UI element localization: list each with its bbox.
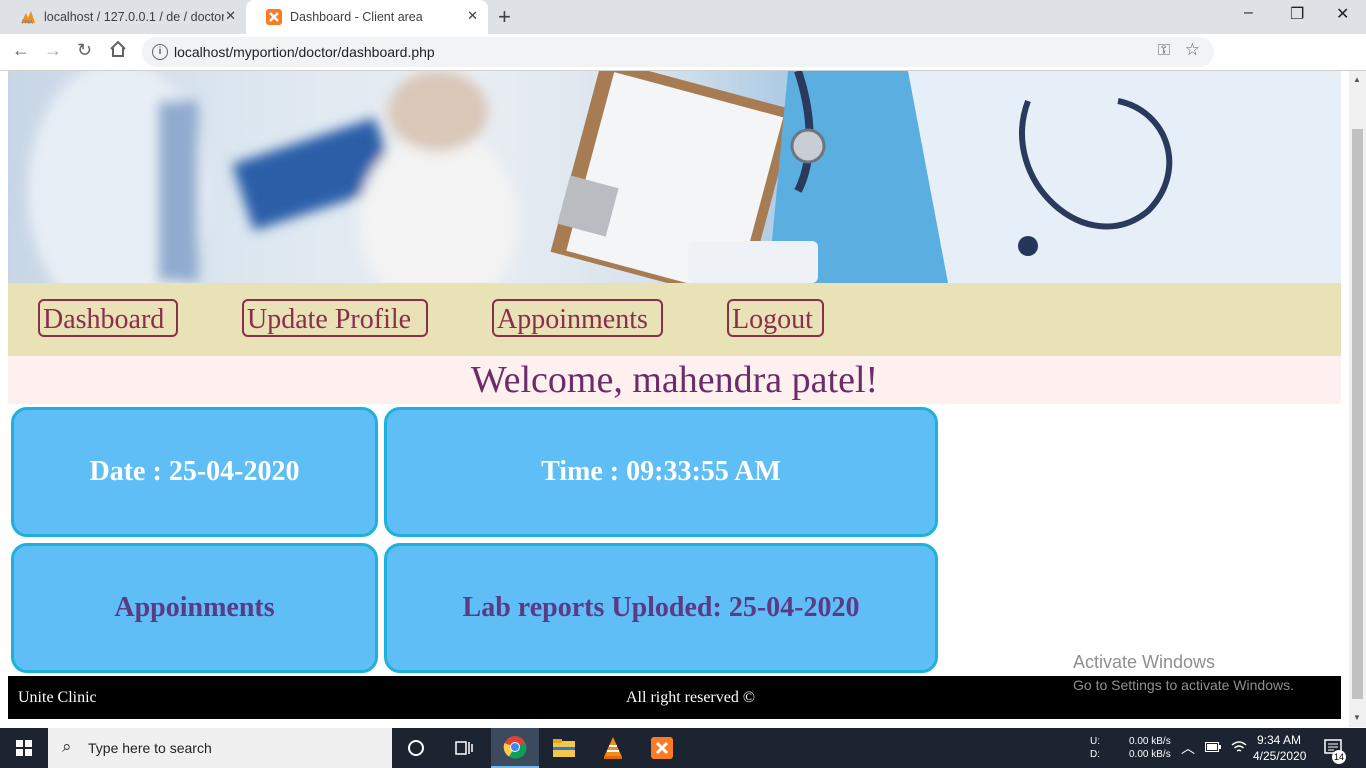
scrollbar-thumb[interactable] <box>1352 129 1363 699</box>
browser-toolbar: ← → ↻ i localhost/myportion/doctor/dashb… <box>0 34 1366 97</box>
net-upload-speed: 0.00 kB/s <box>1129 736 1171 747</box>
tab-title: localhost / 127.0.0.1 / de / doctor <box>44 10 224 24</box>
cortana-icon[interactable] <box>392 728 440 768</box>
close-window-button[interactable]: ✕ <box>1336 4 1349 24</box>
back-icon[interactable]: ← <box>12 40 30 61</box>
net-upload-label: U: <box>1090 736 1100 747</box>
task-view-icon[interactable] <box>440 728 488 768</box>
bookmark-star-icon[interactable]: ☆ <box>1185 40 1200 60</box>
svg-text:PMA: PMA <box>22 20 33 25</box>
scroll-down-arrow-icon[interactable]: ▼ <box>1353 713 1361 722</box>
nav-logout-link[interactable]: Logout <box>727 299 824 337</box>
lab-reports-card[interactable]: Lab reports Uploded: 25-04-2020 <box>384 543 938 673</box>
nav-dashboard-link[interactable]: Dashboard <box>38 299 178 337</box>
activate-windows-watermark: Activate Windows Go to Settings to activ… <box>1073 652 1294 693</box>
taskbar-search-box[interactable]: ⌕ Type here to search <box>48 728 392 768</box>
xampp-taskbar-icon[interactable] <box>638 728 686 768</box>
vlc-icon[interactable] <box>589 728 637 768</box>
chrome-taskbar-icon[interactable] <box>491 728 539 768</box>
home-icon[interactable] <box>109 40 127 63</box>
minimize-button[interactable]: – <box>1244 4 1253 22</box>
maximize-button[interactable]: ❐ <box>1290 4 1304 24</box>
nav-appointments-link[interactable]: Appoinments <box>492 299 663 337</box>
xampp-icon <box>266 9 282 25</box>
battery-icon[interactable] <box>1205 742 1221 755</box>
search-icon: ⌕ <box>62 737 72 756</box>
net-download-label: D: <box>1090 749 1100 760</box>
address-bar[interactable]: i localhost/myportion/doctor/dashboard.p… <box>142 37 1214 67</box>
notification-count-badge: 14 <box>1332 750 1346 764</box>
page-viewport: Dashboard Update Profile Appoinments Log… <box>0 71 1349 727</box>
tab-title: Dashboard - Client area <box>290 10 423 24</box>
new-tab-button[interactable]: + <box>498 4 511 30</box>
tab-strip: PMA localhost / 127.0.0.1 / de / doctor … <box>0 0 1366 34</box>
nav-update-profile-link[interactable]: Update Profile <box>242 299 428 337</box>
footer-brand: Unite Clinic <box>18 689 97 706</box>
watermark-subtitle: Go to Settings to activate Windows. <box>1073 677 1294 693</box>
footer-copyright: All right reserved © <box>626 689 756 706</box>
site-info-icon[interactable]: i <box>152 44 168 60</box>
page-scrollbar[interactable]: ▲ ▼ <box>1349 71 1366 727</box>
net-download-speed: 0.00 kB/s <box>1129 749 1171 760</box>
close-tab-icon[interactable]: ✕ <box>467 8 478 24</box>
phpmyadmin-icon: PMA <box>20 9 36 26</box>
key-icon[interactable]: ⚿ <box>1158 42 1170 60</box>
scroll-up-arrow-icon[interactable]: ▲ <box>1353 75 1361 84</box>
wifi-icon[interactable] <box>1231 740 1247 757</box>
header-banner-image <box>8 71 1341 283</box>
tab-phpmyadmin[interactable]: PMA localhost / 127.0.0.1 / de / doctor … <box>0 0 246 34</box>
appointments-card[interactable]: Appoinments <box>11 543 378 673</box>
date-card: Date : 25-04-2020 <box>11 407 378 537</box>
welcome-message: Welcome, mahendra patel! <box>8 356 1341 404</box>
reload-icon[interactable]: ↻ <box>77 40 92 61</box>
show-hidden-icons-chevron-icon[interactable]: ︿ <box>1181 738 1195 758</box>
windows-start-icon[interactable] <box>16 740 32 756</box>
clock-date[interactable]: 4/25/2020 <box>1253 749 1306 763</box>
close-tab-icon[interactable]: ✕ <box>225 8 236 24</box>
watermark-title: Activate Windows <box>1073 652 1216 672</box>
taskbar-search-placeholder[interactable]: Type here to search <box>88 740 212 756</box>
windows-taskbar: ⌕ Type here to search U: D: 0.00 kB/s 0.… <box>0 728 1366 768</box>
tab-dashboard[interactable]: Dashboard - Client area ✕ <box>246 0 488 34</box>
main-navigation: Dashboard Update Profile Appoinments Log… <box>8 283 1341 356</box>
time-card: Time : 09:33:55 AM <box>384 407 938 537</box>
url-text[interactable]: localhost/myportion/doctor/dashboard.php <box>174 44 435 60</box>
forward-icon[interactable]: → <box>44 40 62 61</box>
clock-time[interactable]: 9:34 AM <box>1257 733 1301 747</box>
file-explorer-icon[interactable] <box>540 728 588 768</box>
